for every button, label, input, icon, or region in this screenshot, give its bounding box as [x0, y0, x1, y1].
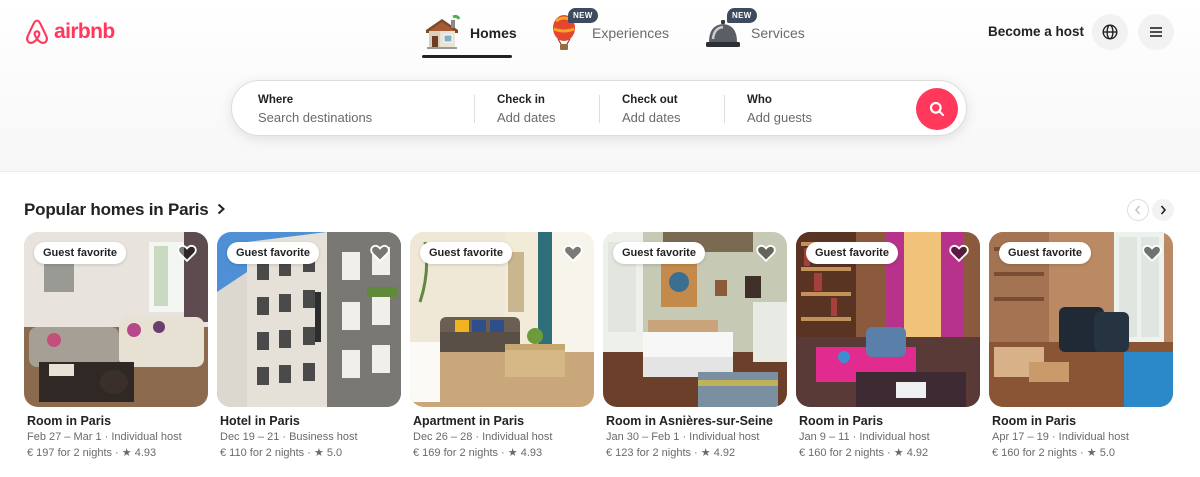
listing-card[interactable]: Guest favorite Room in Asnières-sur-Sein…: [603, 232, 787, 459]
divider: [474, 95, 475, 123]
guest-favorite-badge: Guest favorite: [34, 242, 126, 264]
listing-price-rating: € 169 for 2 nights · ★ 4.93: [413, 447, 543, 459]
house-icon: [422, 13, 462, 53]
tab-experiences-label: Experiences: [592, 25, 670, 41]
category-tabs: Homes NEW Experiences NEW Services: [416, 8, 811, 60]
main-menu-button[interactable]: [1138, 14, 1174, 50]
heart-icon[interactable]: [562, 242, 584, 264]
listing-title: Apartment in Paris: [413, 414, 525, 428]
heart-icon[interactable]: [369, 242, 391, 264]
airbnb-logo[interactable]: airbnb: [24, 18, 115, 46]
search-icon: [929, 101, 945, 117]
where-label: Where: [258, 94, 294, 106]
listing-price-rating: € 123 for 2 nights · ★ 4.92: [606, 447, 736, 459]
carousel-prev-button[interactable]: [1127, 199, 1149, 221]
listing-price-rating: € 110 for 2 nights · ★ 5.0: [220, 447, 343, 459]
guest-favorite-badge: Guest favorite: [420, 242, 512, 264]
check-in-field[interactable]: Check in Add dates: [497, 81, 607, 137]
check-out-label: Check out: [622, 94, 678, 106]
listing-dates-host: Jan 30 – Feb 1 · Individual host: [606, 431, 760, 443]
chevron-right-icon: [1160, 205, 1167, 215]
header-area: airbnb Homes NEW Experiences NEW Service…: [0, 0, 1200, 172]
divider: [599, 95, 600, 123]
airbnb-wordmark: airbnb: [54, 20, 115, 43]
guest-favorite-badge: Guest favorite: [613, 242, 705, 264]
heart-icon[interactable]: [948, 242, 970, 264]
listing-title: Hotel in Paris: [220, 414, 300, 428]
listing-price-rating: € 160 for 2 nights · ★ 4.92: [799, 447, 929, 459]
where-placeholder: Search destinations: [258, 110, 373, 125]
hamburger-menu-icon: [1150, 27, 1162, 37]
listing-price-rating: € 197 for 2 nights · ★ 4.93: [27, 447, 157, 459]
tab-homes[interactable]: Homes: [416, 10, 517, 58]
section-title: Popular homes in Paris: [24, 200, 209, 219]
listing-photo[interactable]: Guest favorite: [217, 232, 401, 407]
check-out-placeholder: Add dates: [622, 110, 681, 125]
listing-price-rating: € 160 for 2 nights · ★ 5.0: [992, 447, 1115, 459]
listing-dates-host: Feb 27 – Mar 1 · Individual host: [27, 431, 182, 443]
become-host-link[interactable]: Become a host: [988, 24, 1084, 39]
listing-dates-host: Dec 19 – 21 · Business host: [220, 431, 358, 443]
listing-dates-host: Jan 9 – 11 · Individual host: [799, 431, 930, 443]
carousel-next-button[interactable]: [1152, 199, 1174, 221]
search-button[interactable]: [916, 88, 958, 130]
listing-carousel: Guest favorite Room in Paris Feb 27 – Ma…: [24, 232, 1200, 472]
chevron-left-icon: [1135, 205, 1141, 215]
search-where-field[interactable]: Where Search destinations: [258, 81, 468, 137]
check-in-placeholder: Add dates: [497, 110, 556, 125]
heart-icon[interactable]: [176, 242, 198, 264]
listing-photo[interactable]: Guest favorite: [410, 232, 594, 407]
tab-services[interactable]: NEW Services: [697, 8, 811, 56]
listing-card[interactable]: Guest favorite Apartment in Paris Dec 26…: [410, 232, 594, 459]
listing-photo[interactable]: Guest favorite: [989, 232, 1173, 407]
guest-favorite-badge: Guest favorite: [999, 242, 1091, 264]
new-badge: NEW: [568, 8, 598, 23]
listing-card[interactable]: Guest favorite Room in Paris Jan 9 – 11 …: [796, 232, 980, 459]
divider: [724, 95, 725, 123]
listing-title: Room in Paris: [799, 414, 884, 428]
who-placeholder: Add guests: [747, 110, 813, 125]
listing-dates-host: Dec 26 – 28 · Individual host: [413, 431, 553, 443]
heart-icon[interactable]: [1141, 242, 1163, 264]
check-out-field[interactable]: Check out Add dates: [622, 81, 732, 137]
heart-icon[interactable]: [755, 242, 777, 264]
listing-dates-host: Apr 17 – 19 · Individual host: [992, 431, 1129, 443]
listing-photo[interactable]: Guest favorite: [24, 232, 208, 407]
guest-favorite-badge: Guest favorite: [806, 242, 898, 264]
listing-card[interactable]: Guest favorite Room in Paris Apr 17 – 19…: [989, 232, 1173, 459]
tab-services-label: Services: [751, 25, 805, 41]
listing-title: Room in Paris: [27, 414, 112, 428]
guest-favorite-badge: Guest favorite: [227, 242, 319, 264]
listing-title: Room in Paris: [992, 414, 1077, 428]
language-button[interactable]: [1092, 14, 1128, 50]
guests-field[interactable]: Who Add guests: [747, 81, 897, 137]
listing-card[interactable]: Guest favorite Hotel in Paris Dec 19 – 2…: [217, 232, 401, 459]
listing-photo[interactable]: Guest favorite: [796, 232, 980, 407]
listing-card[interactable]: Guest favorite Room in Paris Feb 27 – Ma…: [24, 232, 208, 459]
check-in-label: Check in: [497, 94, 545, 106]
search-bar: Where Search destinations Check in Add d…: [231, 80, 967, 136]
listing-photo[interactable]: Guest favorite: [603, 232, 787, 407]
tab-homes-label: Homes: [470, 25, 517, 41]
globe-icon: [1102, 24, 1118, 40]
new-badge: NEW: [727, 8, 757, 23]
who-label: Who: [747, 94, 772, 106]
tab-experiences[interactable]: NEW Experiences: [538, 8, 675, 56]
listing-title: Room in Asnières-sur-Seine: [606, 414, 773, 428]
chevron-right-icon: [217, 203, 226, 215]
airbnb-logo-icon: [26, 19, 48, 44]
section-title-link[interactable]: Popular homes in Paris: [24, 200, 226, 220]
